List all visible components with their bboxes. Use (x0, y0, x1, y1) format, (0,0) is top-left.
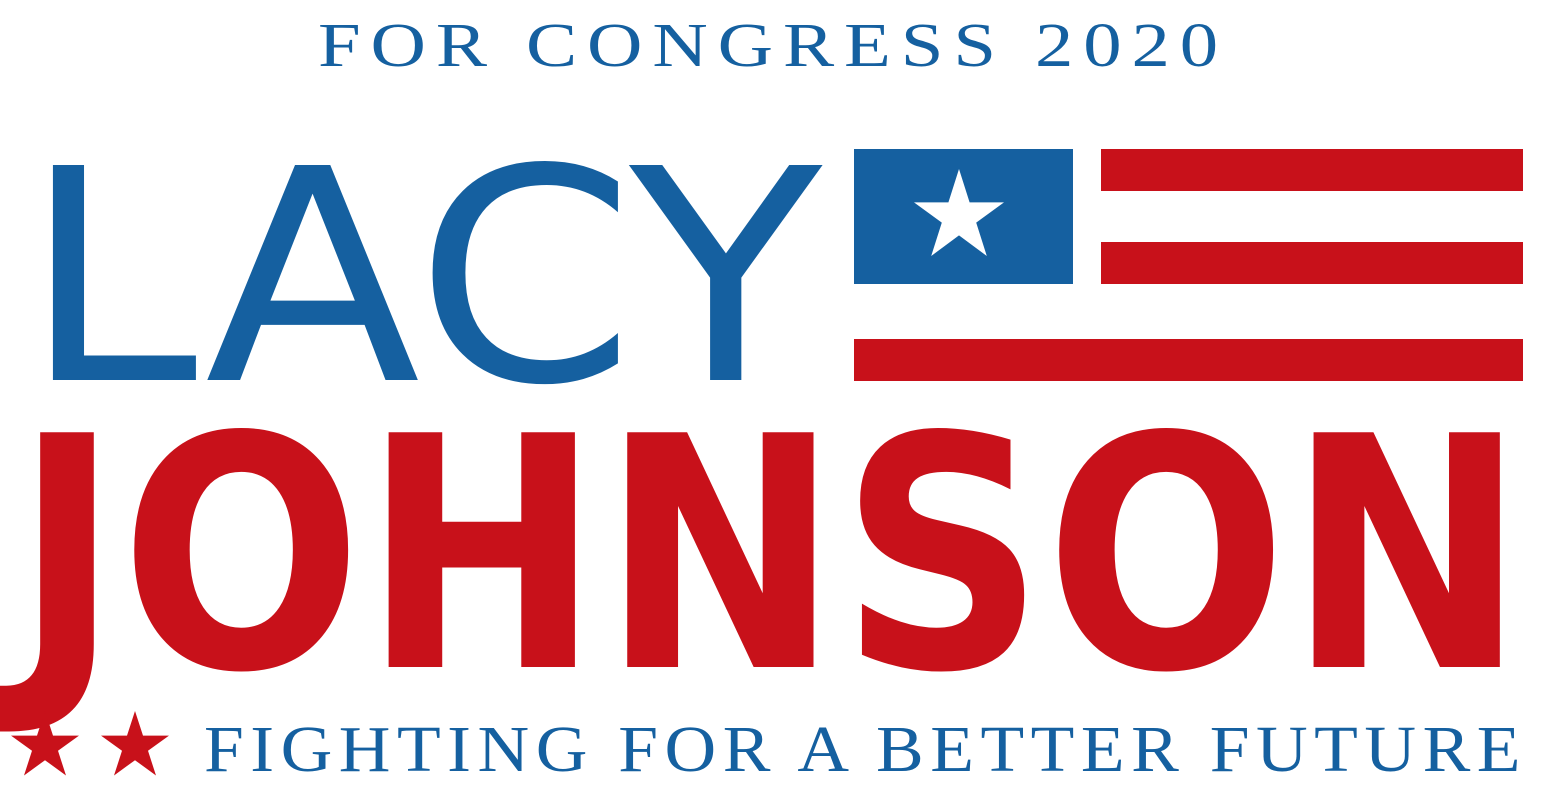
slogan: FIGHTING FOR A BETTER FUTURE (204, 713, 1527, 786)
flag-graphic (854, 149, 1523, 381)
flag-stripe-1 (1101, 149, 1523, 191)
tagline-top: FOR CONGRESS 2020 (318, 12, 1228, 80)
flag-stripe-2 (1101, 242, 1523, 284)
last-name: JOHNSON (0, 368, 1526, 743)
logo-artwork: FOR CONGRESS 2020 LACY JOHNSON FIGHTING … (0, 12, 1527, 786)
campaign-logo: FOR CONGRESS 2020 LACY JOHNSON FIGHTING … (0, 0, 1545, 789)
